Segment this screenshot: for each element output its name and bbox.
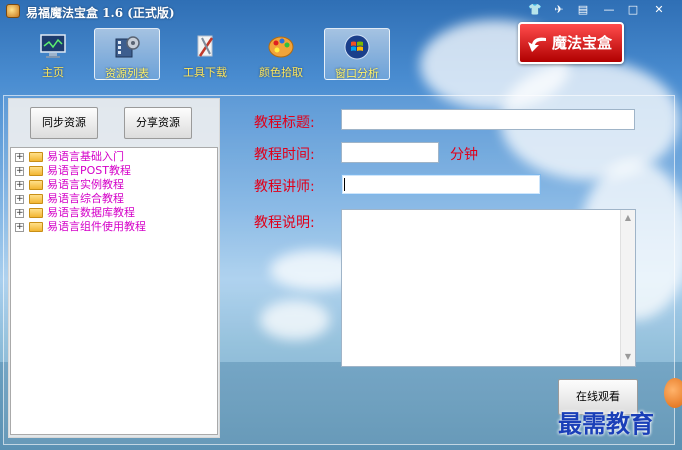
text-caret — [344, 178, 345, 191]
title-bar[interactable]: 易福魔法宝盒 1.6 (正式版) 👕 ✈ ▤ — □ ✕ — [0, 0, 682, 22]
toolbar-item-color-picker[interactable]: 颜色拾取 — [248, 28, 314, 80]
folder-icon — [29, 194, 43, 204]
monitor-icon — [40, 34, 66, 58]
toolbar-item-home[interactable]: 主页 — [20, 28, 86, 80]
chat-icon[interactable]: ✈ — [548, 2, 570, 17]
expand-icon[interactable]: + — [15, 153, 24, 162]
teacher-field[interactable] — [341, 174, 541, 195]
app-window: 易福魔法宝盒 1.6 (正式版) 👕 ✈ ▤ — □ ✕ 主页 资源列表 工具下… — [0, 0, 682, 450]
toolbar-label: 工具下载 — [183, 66, 227, 79]
expand-icon[interactable]: + — [15, 181, 24, 190]
tree-item-label: 易语言数据库教程 — [47, 206, 135, 219]
window-title: 易福魔法宝盒 1.6 (正式版) — [26, 6, 175, 20]
app-icon — [6, 4, 20, 18]
folder-icon — [29, 180, 43, 190]
expand-icon[interactable]: + — [15, 195, 24, 204]
title-label: 教程标题: — [254, 115, 315, 131]
resource-tree[interactable]: + 易语言基础入门 + 易语言POST教程 + 易语言实例教程 + 易语言综合教… — [10, 147, 218, 435]
arrow-icon — [528, 37, 546, 52]
share-resources-button[interactable]: 分享资源 — [124, 107, 192, 139]
tree-item-label: 易语言基础入门 — [47, 150, 124, 163]
tools-icon — [197, 35, 214, 57]
shirt-icon[interactable]: 👕 — [524, 2, 546, 17]
magic-box-logo[interactable]: 魔法宝盒 — [518, 22, 624, 64]
description-textarea[interactable]: ▲ ▼ — [341, 209, 636, 367]
menu-icon[interactable]: ▤ — [572, 2, 594, 17]
teacher-label: 教程讲师: — [254, 179, 315, 195]
scroll-down-icon[interactable]: ▼ — [623, 352, 633, 362]
tree-item-label: 易语言综合教程 — [47, 192, 124, 205]
toolbar-label: 主页 — [42, 66, 64, 79]
time-field[interactable] — [341, 142, 439, 163]
windows-logo-icon — [344, 34, 370, 60]
watermark: 最需教育 — [558, 409, 654, 438]
expand-icon[interactable]: + — [15, 167, 24, 176]
orange-badge-icon — [664, 378, 682, 408]
title-field[interactable] — [341, 109, 635, 130]
folder-icon — [29, 152, 43, 162]
expand-icon[interactable]: + — [15, 223, 24, 232]
description-scrollbar[interactable]: ▲ ▼ — [620, 210, 635, 366]
toolbar-item-window-analysis[interactable]: 窗口分析 — [324, 28, 390, 80]
folder-icon — [29, 208, 43, 218]
toolbar-item-resource-list[interactable]: 资源列表 — [94, 28, 160, 80]
tree-item-label: 易语言组件使用教程 — [47, 220, 146, 233]
tree-item-label: 易语言实例教程 — [47, 178, 124, 191]
expand-icon[interactable]: + — [15, 209, 24, 218]
maximize-icon[interactable]: □ — [622, 2, 644, 17]
film-gear-icon — [115, 36, 140, 58]
time-unit-label: 分钟 — [450, 147, 478, 163]
tree-item-label: 易语言POST教程 — [47, 164, 131, 177]
toolbar-label: 窗口分析 — [335, 67, 379, 80]
time-label: 教程时间: — [254, 147, 315, 163]
description-label: 教程说明: — [254, 215, 315, 231]
folder-icon — [29, 166, 43, 176]
toolbar-label: 颜色拾取 — [259, 66, 303, 79]
palette-icon — [268, 36, 294, 58]
toolbar-item-tool-download[interactable]: 工具下载 — [172, 28, 238, 80]
sync-resources-button[interactable]: 同步资源 — [30, 107, 98, 139]
close-icon[interactable]: ✕ — [648, 2, 670, 17]
logo-text: 魔法宝盒 — [551, 34, 612, 52]
scroll-up-icon[interactable]: ▲ — [623, 213, 633, 223]
toolbar-label: 资源列表 — [105, 67, 149, 80]
minimize-icon[interactable]: — — [598, 2, 620, 17]
folder-icon — [29, 222, 43, 232]
